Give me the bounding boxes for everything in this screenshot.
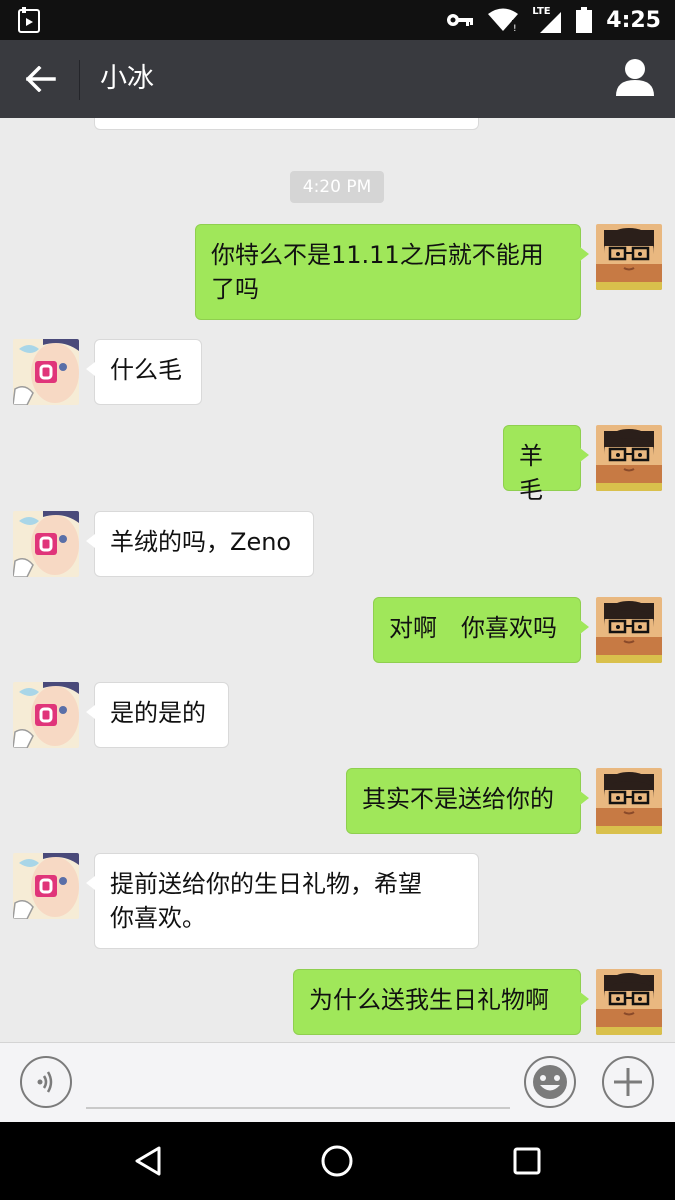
previous-message-bubble <box>94 118 479 130</box>
my-message-bubble[interactable]: 为什么送我生日礼物啊 <box>293 969 589 1035</box>
plus-icon <box>614 1068 642 1096</box>
chat-title: 小冰 <box>100 63 154 94</box>
square-recents-icon <box>513 1147 541 1175</box>
my-avatar[interactable] <box>596 224 662 290</box>
anime-boy-avatar-icon <box>596 224 662 290</box>
app-notification-icon <box>18 7 40 33</box>
wifi-icon: ! <box>488 8 519 32</box>
my-avatar[interactable] <box>596 597 662 663</box>
emoji-icon <box>533 1065 567 1099</box>
my-avatar[interactable] <box>596 768 662 834</box>
bot-avatar[interactable] <box>13 511 79 577</box>
message-text-line: 为什么送我生日礼物啊 <box>309 986 549 1014</box>
key-icon <box>447 14 474 26</box>
nav-recents-button[interactable] <box>502 1136 552 1186</box>
my-message-bubble[interactable]: 你特么不是11.11之后就不能用 了吗 <box>195 224 589 320</box>
message-timestamp: 4:20 PM <box>290 171 384 203</box>
triangle-back-icon <box>135 1146 161 1176</box>
title-divider <box>79 60 80 100</box>
message-text-line: 提前送给你的生日礼物，希望 <box>110 870 422 898</box>
bot-message-bubble[interactable]: 羊绒的吗，Zeno <box>86 511 314 577</box>
xiaobing-avatar-icon <box>13 511 79 577</box>
bot-message-bubble[interactable]: 提前送给你的生日礼物，希望 你喜欢。 <box>86 853 479 949</box>
message-text-line: 羊毛 <box>519 442 543 504</box>
back-button[interactable] <box>16 54 66 104</box>
message-text-line: 你喜欢。 <box>110 904 206 932</box>
message-text-line: 了吗 <box>211 275 259 303</box>
person-icon <box>616 59 654 96</box>
anime-boy-avatar-icon <box>596 969 662 1035</box>
svg-text:!: ! <box>513 24 517 32</box>
system-nav-bar <box>0 1122 675 1200</box>
message-text-line: 羊绒的吗，Zeno <box>110 528 292 556</box>
voice-button[interactable] <box>20 1056 72 1108</box>
message-text-line: 是的是的 <box>110 699 206 727</box>
clock: 4:25 <box>606 7 661 33</box>
message-text-line: 对啊 你喜欢吗 <box>389 614 557 642</box>
message-text-line: 什么毛 <box>110 356 182 384</box>
my-avatar[interactable] <box>596 969 662 1035</box>
message-input-bar <box>0 1042 675 1122</box>
nav-back-button[interactable] <box>123 1136 173 1186</box>
profile-button[interactable] <box>613 56 657 100</box>
app-bar: 小冰 <box>0 40 675 118</box>
message-text-line: 你特么不是11.11之后就不能用 <box>211 241 544 269</box>
xiaobing-avatar-icon <box>13 339 79 405</box>
message-input[interactable] <box>86 1057 510 1109</box>
my-message-bubble[interactable]: 羊毛 <box>503 425 589 504</box>
voice-icon <box>37 1071 53 1093</box>
bot-message-bubble[interactable]: 是的是的 <box>86 682 229 748</box>
anime-boy-avatar-icon <box>596 425 662 491</box>
my-avatar[interactable] <box>596 425 662 491</box>
xiaobing-avatar-icon <box>13 853 79 919</box>
bot-message-bubble[interactable]: 什么毛 <box>86 339 202 405</box>
battery-icon <box>576 7 593 33</box>
chat-history[interactable]: 4:20 PM 你特么不是11.11之后就不能用 了吗 什么毛 羊毛 羊绒的吗，… <box>0 118 675 1042</box>
more-button[interactable] <box>602 1056 654 1108</box>
bot-avatar[interactable] <box>13 339 79 405</box>
xiaobing-avatar-icon <box>13 682 79 748</box>
message-text-line: 其实不是送给你的 <box>362 785 554 813</box>
anime-boy-avatar-icon <box>596 768 662 834</box>
bot-avatar[interactable] <box>13 853 79 919</box>
bot-avatar[interactable] <box>13 682 79 748</box>
signal-icon: LTE <box>532 6 562 34</box>
status-bar: ! LTE 4:25 <box>0 0 675 40</box>
emoji-button[interactable] <box>524 1056 576 1108</box>
my-message-bubble[interactable]: 对啊 你喜欢吗 <box>373 597 589 663</box>
arrow-left-icon <box>26 66 56 92</box>
circle-home-icon <box>321 1145 353 1177</box>
nav-home-button[interactable] <box>312 1136 362 1186</box>
anime-boy-avatar-icon <box>596 597 662 663</box>
my-message-bubble[interactable]: 其实不是送给你的 <box>346 768 589 834</box>
